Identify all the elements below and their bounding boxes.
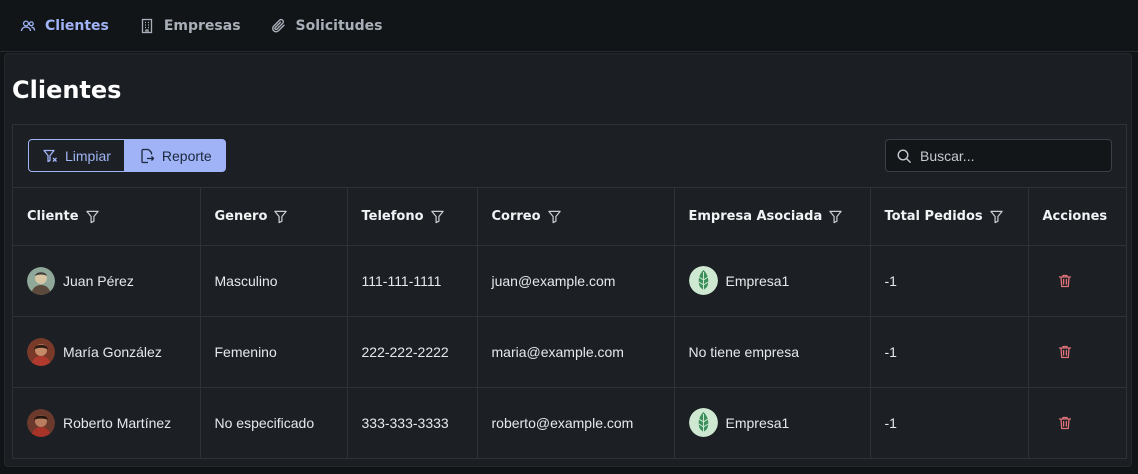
clients-table: Cliente Genero Telefono Correo Empresa A…: [13, 188, 1126, 458]
cell-empresa: Empresa1: [674, 387, 871, 458]
filter-clear-icon: [43, 149, 57, 162]
cell-acciones: [1028, 316, 1126, 388]
table-row: Juan Pérez Masculino 111-111-1111 juan@e…: [13, 245, 1126, 317]
client-name: María González: [63, 343, 162, 360]
column-header-acciones: Acciones: [1028, 188, 1126, 246]
column-header-correo: Correo: [477, 188, 675, 246]
column-header-label: Correo: [491, 208, 541, 224]
cell-cliente: Juan Pérez: [13, 245, 201, 317]
company-name: Empresa1: [725, 272, 790, 289]
table-toolbar: Limpiar Reporte: [13, 125, 1126, 188]
cell-total-pedidos: -1: [870, 245, 1029, 317]
filter-icon[interactable]: [430, 209, 445, 224]
nav-tab-solicitudes[interactable]: Solicitudes: [271, 17, 383, 34]
filter-icon[interactable]: [828, 209, 843, 224]
column-header-label: Acciones: [1042, 208, 1108, 224]
cell-correo: maria@example.com: [477, 316, 675, 388]
filter-icon[interactable]: [989, 209, 1004, 224]
filter-icon[interactable]: [547, 209, 562, 224]
column-header-telefono: Telefono: [347, 188, 478, 246]
report-label: Reporte: [161, 147, 212, 164]
cell-correo: juan@example.com: [477, 245, 675, 317]
page-title: Clientes: [12, 76, 122, 104]
company-logo: [688, 266, 718, 295]
avatar: [27, 266, 55, 295]
search-icon: [897, 148, 911, 163]
cell-total-pedidos: -1: [870, 387, 1029, 458]
client-name: Roberto Martínez: [63, 414, 172, 431]
delete-icon[interactable]: [1057, 344, 1073, 360]
company-name: Empresa1: [725, 414, 790, 431]
cell-acciones: [1028, 387, 1126, 458]
avatar: [27, 408, 55, 437]
nav-tab-label: Empresas: [163, 17, 241, 34]
column-header-label: Genero: [214, 208, 268, 224]
cell-cliente: María González: [13, 316, 201, 388]
top-navigation: Clientes Empresas Solicitudes: [0, 0, 1138, 52]
delete-icon[interactable]: [1057, 273, 1073, 289]
file-export-icon: [141, 148, 155, 163]
clients-table-card: Limpiar Reporte Buscar... Cliente Genero…: [12, 124, 1127, 459]
cell-cliente: Roberto Martínez: [13, 387, 201, 458]
search-box[interactable]: [885, 139, 1112, 172]
column-header-cliente: Cliente: [13, 188, 201, 246]
avatar: [27, 337, 55, 366]
delete-icon[interactable]: [1057, 415, 1073, 431]
column-header-genero: Genero: [200, 188, 348, 246]
table-row: María González Femenino 222-222-2222 mar…: [13, 316, 1126, 388]
cell-genero: No especificado: [200, 387, 348, 458]
clear-filters-button[interactable]: Limpiar: [28, 139, 125, 172]
cell-total-pedidos: -1: [870, 316, 1029, 388]
column-header-label: Telefono: [361, 208, 424, 224]
column-header-label: Cliente: [27, 208, 79, 224]
paperclip-icon: [271, 18, 285, 32]
report-button[interactable]: Reporte: [124, 139, 226, 172]
client-name: Juan Pérez: [63, 272, 134, 289]
filter-icon[interactable]: [273, 209, 288, 224]
main-panel: Clientes Limpiar Reporte Buscar... Clien…: [4, 53, 1132, 467]
nav-tab-clientes[interactable]: Clientes: [20, 18, 109, 34]
column-header-total-pedidos: Total Pedidos: [870, 188, 1029, 246]
table-row: Roberto Martínez No especificado 333-333…: [13, 387, 1126, 458]
column-header-label: Empresa Asociada: [688, 208, 823, 224]
users-icon: [20, 19, 36, 31]
action-button-group: Limpiar Reporte: [28, 139, 226, 172]
cell-genero: Masculino: [200, 245, 348, 317]
nav-tab-empresas[interactable]: Empresas: [139, 18, 241, 34]
cell-correo: roberto@example.com: [477, 387, 675, 458]
search-input[interactable]: [920, 147, 1100, 164]
table-header-row: Cliente Genero Telefono Correo Empresa A…: [13, 188, 1126, 246]
company-logo: [688, 408, 718, 438]
cell-acciones: [1028, 245, 1126, 317]
nav-tab-label: Clientes: [45, 17, 109, 34]
nav-tab-label: Solicitudes: [295, 17, 383, 34]
cell-telefono: 111-111-1111: [347, 245, 478, 317]
cell-telefono: 333-333-3333: [347, 387, 478, 458]
cell-telefono: 222-222-2222: [347, 316, 478, 388]
clear-filters-label: Limpiar: [65, 147, 111, 164]
company-name: No tiene empresa: [688, 343, 800, 360]
column-header-empresa: Empresa Asociada: [674, 188, 871, 246]
building-icon: [141, 18, 153, 33]
column-header-label: Total Pedidos: [884, 208, 983, 224]
cell-empresa: Empresa1: [674, 245, 871, 317]
cell-genero: Femenino: [200, 316, 348, 388]
filter-icon[interactable]: [85, 209, 100, 224]
cell-empresa: No tiene empresa: [674, 316, 871, 388]
